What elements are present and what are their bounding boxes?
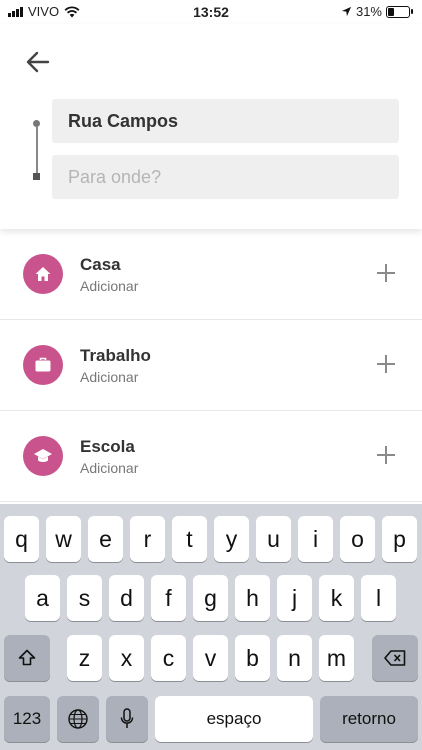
- globe-key[interactable]: [57, 696, 99, 742]
- key-d[interactable]: d: [109, 575, 144, 621]
- return-key[interactable]: retorno: [320, 696, 418, 742]
- key-b[interactable]: b: [235, 635, 270, 681]
- key-a[interactable]: a: [25, 575, 60, 621]
- battery-icon: [386, 5, 413, 18]
- key-v[interactable]: v: [193, 635, 228, 681]
- escola-icon-circle: [23, 436, 63, 476]
- key-p[interactable]: p: [382, 516, 417, 562]
- key-q[interactable]: q: [4, 516, 39, 562]
- origin-value: Rua Campos: [68, 110, 179, 131]
- origin-input[interactable]: Rua Campos: [52, 99, 399, 143]
- list-item-casa[interactable]: Casa Adicionar: [0, 229, 422, 320]
- key-m[interactable]: m: [319, 635, 354, 681]
- key-e[interactable]: e: [88, 516, 123, 562]
- key-k[interactable]: k: [319, 575, 354, 621]
- backspace-icon: [384, 650, 406, 666]
- key-l[interactable]: l: [361, 575, 396, 621]
- place-action: Adicionar: [80, 369, 139, 385]
- shift-key[interactable]: [4, 635, 50, 681]
- key-t[interactable]: t: [172, 516, 207, 562]
- place-title: Escola: [80, 437, 135, 456]
- globe-icon: [68, 709, 88, 729]
- key-x[interactable]: x: [109, 635, 144, 681]
- add-icon[interactable]: [376, 445, 396, 465]
- place-title: Trabalho: [80, 346, 151, 365]
- graduation-cap-icon: [34, 449, 52, 462]
- route-connector: [36, 127, 38, 174]
- place-action: Adicionar: [80, 278, 139, 294]
- location-arrow-icon: [341, 6, 352, 17]
- key-r[interactable]: r: [130, 516, 165, 562]
- route-header: Rua Campos: [0, 24, 422, 229]
- list-item-trabalho[interactable]: Trabalho Adicionar: [0, 320, 422, 411]
- key-n[interactable]: n: [277, 635, 312, 681]
- key-w[interactable]: w: [46, 516, 81, 562]
- microphone-icon: [120, 708, 134, 728]
- numbers-key[interactable]: 123: [4, 696, 50, 742]
- key-j[interactable]: j: [277, 575, 312, 621]
- battery-percent: 31%: [355, 4, 382, 19]
- key-c[interactable]: c: [151, 635, 186, 681]
- place-title: Casa: [80, 255, 121, 274]
- origin-dot-icon: [33, 120, 40, 127]
- briefcase-icon: [35, 357, 51, 372]
- trabalho-icon-circle: [23, 345, 63, 385]
- key-o[interactable]: o: [340, 516, 375, 562]
- destination-input[interactable]: [52, 155, 399, 199]
- add-icon[interactable]: [376, 263, 396, 283]
- microphone-key[interactable]: [106, 696, 148, 742]
- key-s[interactable]: s: [67, 575, 102, 621]
- key-g[interactable]: g: [193, 575, 228, 621]
- backspace-key[interactable]: [372, 635, 418, 681]
- back-arrow-icon[interactable]: [22, 46, 54, 78]
- key-i[interactable]: i: [298, 516, 333, 562]
- key-z[interactable]: z: [67, 635, 102, 681]
- keyboard: q w e r t y u i o p a s d f g h j k l z …: [0, 504, 422, 750]
- key-h[interactable]: h: [235, 575, 270, 621]
- list-item-escola[interactable]: Escola Adicionar: [0, 411, 422, 502]
- shift-icon: [18, 649, 36, 666]
- add-icon[interactable]: [376, 354, 396, 374]
- destination-square-icon: [33, 173, 40, 180]
- key-f[interactable]: f: [151, 575, 186, 621]
- status-right: 31%: [341, 4, 413, 19]
- casa-icon-circle: [23, 254, 63, 294]
- status-bar: VIVO 13:52 31%: [0, 0, 422, 24]
- key-u[interactable]: u: [256, 516, 291, 562]
- key-y[interactable]: y: [214, 516, 249, 562]
- place-action: Adicionar: [80, 460, 139, 476]
- saved-places-list: Casa Adicionar Trabalho Adicionar Escola…: [0, 229, 422, 502]
- home-icon: [35, 267, 51, 281]
- space-key[interactable]: espaço: [155, 696, 313, 742]
